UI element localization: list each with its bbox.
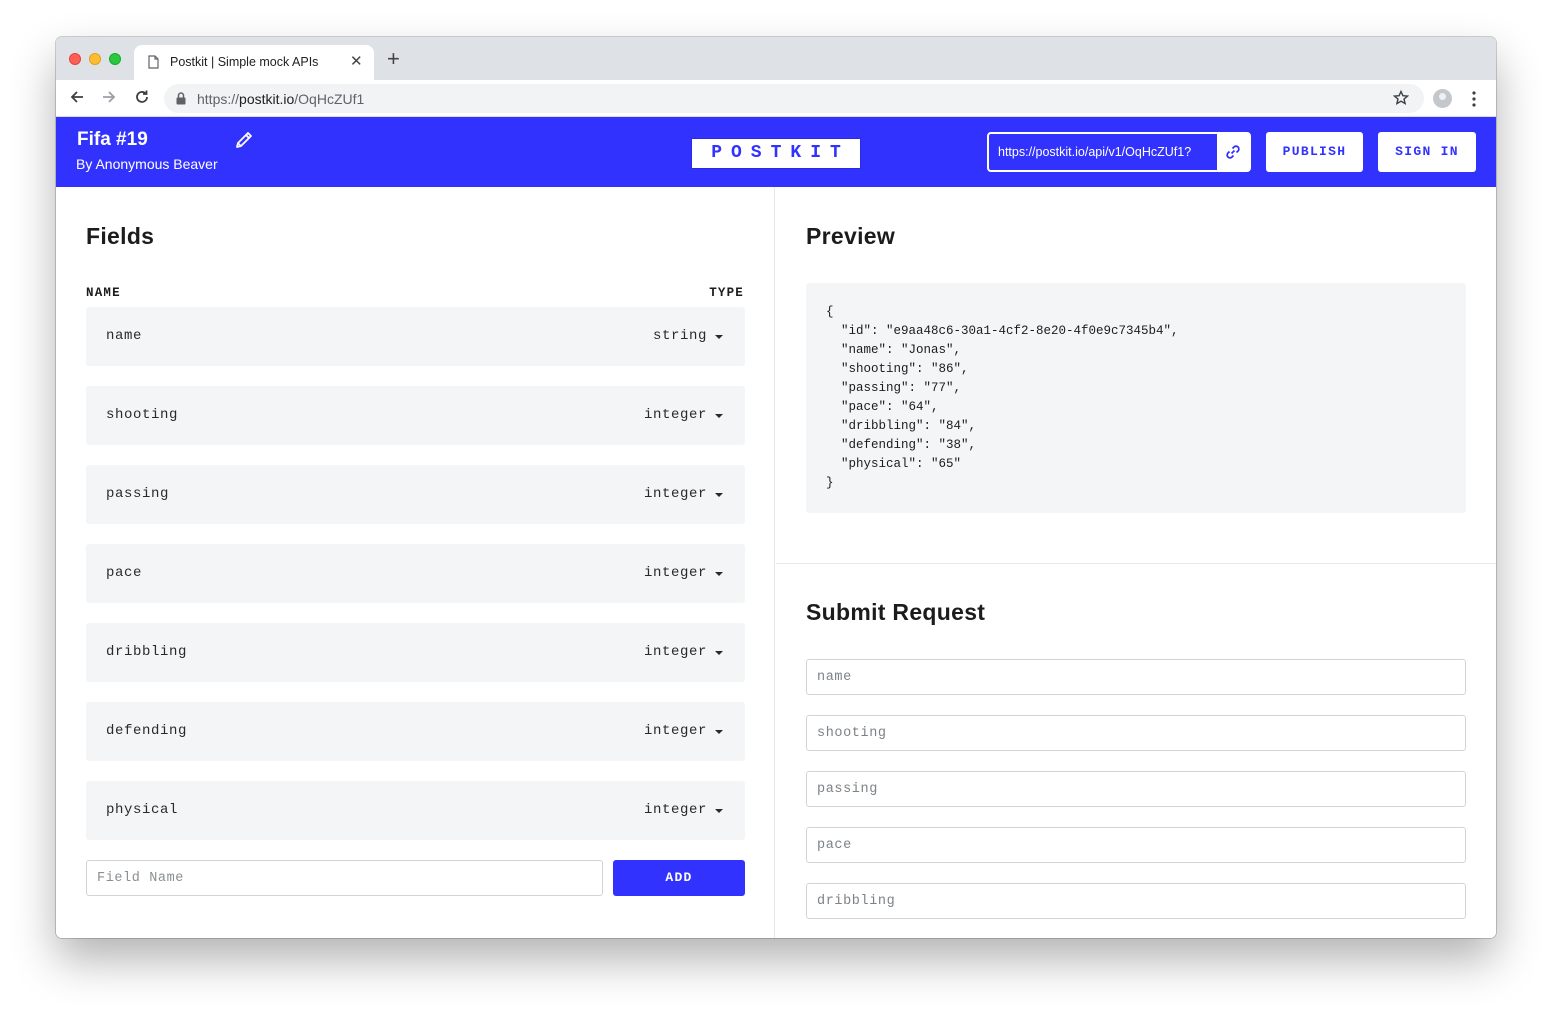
field-row: shooting integer	[86, 386, 745, 445]
api-url-text[interactable]: https://postkit.io/api/v1/OqHcZUf1?	[998, 145, 1220, 159]
pencil-edit-icon[interactable]	[234, 130, 254, 155]
field-type-select[interactable]: integer	[644, 802, 707, 818]
browser-window: Postkit | Simple mock APIs ✕ + https://p…	[56, 37, 1496, 938]
close-window-button[interactable]	[69, 53, 81, 65]
field-type-select[interactable]: integer	[644, 723, 707, 739]
field-type-select[interactable]: integer	[644, 486, 707, 502]
field-row: pace integer	[86, 544, 745, 603]
caret-down-icon[interactable]	[715, 809, 723, 813]
browser-tab[interactable]: Postkit | Simple mock APIs ✕	[134, 45, 374, 80]
copy-link-button[interactable]	[1217, 134, 1249, 170]
caret-down-icon[interactable]	[715, 493, 723, 497]
new-tab-icon[interactable]: +	[387, 48, 400, 70]
new-field-name-input[interactable]	[86, 860, 603, 896]
api-url-field[interactable]: https://postkit.io/api/v1/OqHcZUf1?	[987, 132, 1251, 172]
field-row: passing integer	[86, 465, 745, 524]
main-content: Fields NAME TYPE name string shooting in…	[56, 187, 1496, 938]
project-author: By Anonymous Beaver	[76, 156, 218, 172]
field-type-select[interactable]: integer	[644, 644, 707, 660]
forward-icon[interactable]	[101, 89, 117, 110]
field-name: shooting	[106, 407, 179, 423]
field-type-select[interactable]: integer	[644, 565, 707, 581]
field-name: passing	[106, 486, 170, 502]
preview-code-box: { "id": "e9aa48c6-30a1-4cf2-8e20-4f0e9c7…	[806, 283, 1466, 513]
fields-title: Fields	[86, 223, 155, 249]
url-text: https://postkit.io/OqHcZUf1	[197, 91, 365, 107]
browser-toolbar: https://postkit.io/OqHcZUf1	[56, 80, 1496, 117]
sign-in-button[interactable]: SIGN IN	[1378, 132, 1476, 172]
section-divider	[776, 563, 1496, 564]
tab-strip: Postkit | Simple mock APIs ✕ +	[56, 37, 1496, 80]
name-column-header: NAME	[86, 286, 121, 300]
preview-json: { "id": "e9aa48c6-30a1-4cf2-8e20-4f0e9c7…	[826, 305, 1179, 490]
field-row: name string	[86, 307, 745, 366]
submit-passing-input[interactable]	[806, 771, 1466, 807]
submit-name-input[interactable]	[806, 659, 1466, 695]
bookmark-star-icon[interactable]	[1392, 89, 1410, 111]
submit-shooting-input[interactable]	[806, 715, 1466, 751]
field-row: physical integer	[86, 781, 745, 840]
link-icon	[1226, 145, 1240, 159]
browser-menu-icon[interactable]	[1472, 91, 1476, 112]
close-tab-icon[interactable]: ✕	[350, 54, 363, 70]
field-name: name	[106, 328, 143, 344]
field-name: pace	[106, 565, 143, 581]
minimize-window-button[interactable]	[89, 53, 101, 65]
field-name: defending	[106, 723, 188, 739]
field-type-select[interactable]: string	[653, 328, 707, 344]
page-icon	[148, 55, 159, 74]
app-header: Fifa #19 By Anonymous Beaver POSTKIT htt…	[56, 117, 1496, 187]
field-row: defending integer	[86, 702, 745, 761]
postkit-logo[interactable]: POSTKIT	[691, 138, 861, 169]
caret-down-icon[interactable]	[715, 651, 723, 655]
type-column-header: TYPE	[709, 286, 744, 300]
field-name: dribbling	[106, 644, 188, 660]
right-panel: Preview { "id": "e9aa48c6-30a1-4cf2-8e20…	[776, 187, 1496, 938]
preview-title: Preview	[806, 223, 896, 249]
caret-down-icon[interactable]	[715, 414, 723, 418]
reload-icon[interactable]	[134, 89, 150, 110]
submit-pace-input[interactable]	[806, 827, 1466, 863]
caret-down-icon[interactable]	[715, 730, 723, 734]
field-row: dribbling integer	[86, 623, 745, 682]
add-field-button[interactable]: ADD	[613, 860, 745, 896]
field-type-select[interactable]: integer	[644, 407, 707, 423]
back-icon[interactable]	[69, 89, 85, 110]
profile-avatar-icon[interactable]	[1433, 89, 1452, 108]
publish-button[interactable]: PUBLISH	[1266, 132, 1363, 172]
caret-down-icon[interactable]	[715, 572, 723, 576]
tab-title: Postkit | Simple mock APIs	[170, 55, 319, 69]
project-title: Fifa #19	[77, 129, 148, 150]
fields-panel: Fields NAME TYPE name string shooting in…	[56, 187, 775, 938]
field-name: physical	[106, 802, 179, 818]
caret-down-icon[interactable]	[715, 335, 723, 339]
lock-icon	[176, 92, 186, 110]
submit-dribbling-input[interactable]	[806, 883, 1466, 919]
submit-request-title: Submit Request	[806, 599, 986, 625]
address-bar[interactable]: https://postkit.io/OqHcZUf1	[164, 84, 1424, 113]
maximize-window-button[interactable]	[109, 53, 121, 65]
